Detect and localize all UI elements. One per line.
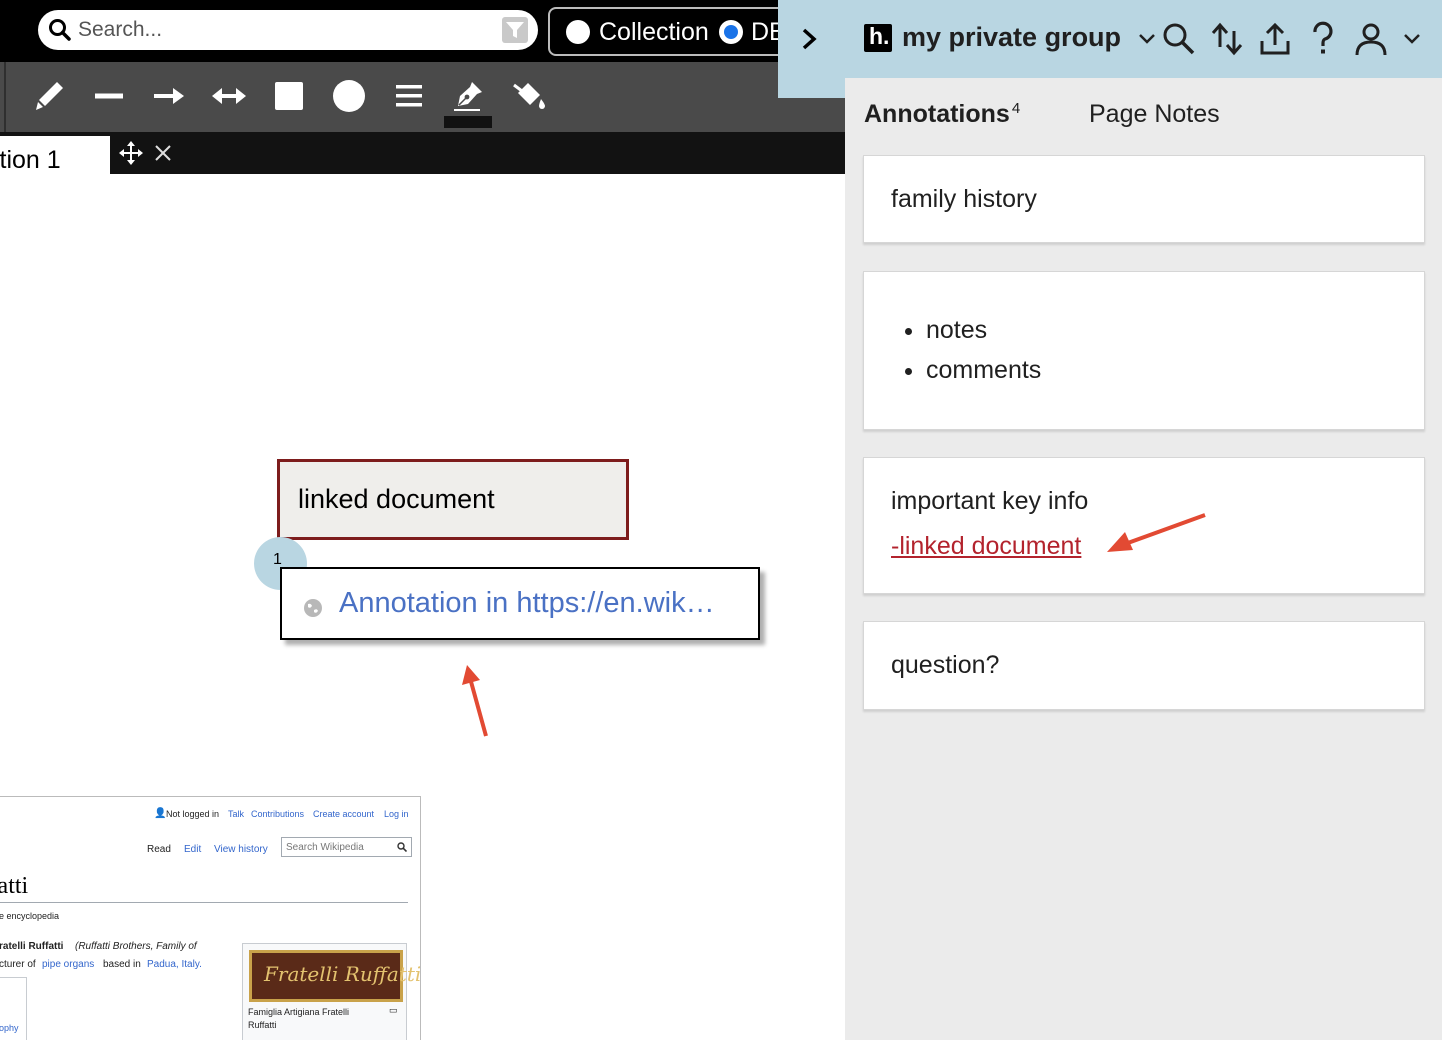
move-icon[interactable] bbox=[118, 140, 144, 171]
edit-tab[interactable]: Edit bbox=[184, 844, 201, 855]
share-icon[interactable] bbox=[1257, 19, 1293, 59]
pen-nib-icon[interactable] bbox=[444, 74, 492, 128]
view-history-tab[interactable]: View history bbox=[214, 844, 268, 855]
toolbar-divider bbox=[0, 62, 6, 132]
pen-icon[interactable] bbox=[27, 74, 71, 118]
sidebar-toggle-strip bbox=[778, 0, 846, 98]
search-icon bbox=[48, 18, 72, 47]
padua-link[interactable]: Padua, Italy. bbox=[147, 959, 202, 970]
menu-lines-icon[interactable] bbox=[387, 74, 431, 118]
link-popup[interactable]: Annotation in https://en.wik… bbox=[280, 567, 760, 640]
group-selector[interactable]: my private group bbox=[902, 22, 1121, 53]
tab-collection[interactable]: ction 1 bbox=[0, 136, 110, 174]
pipe-organs-link[interactable]: pipe organs bbox=[42, 959, 94, 970]
create-account-link[interactable]: Create account bbox=[313, 809, 374, 819]
annotation-text: family history bbox=[891, 185, 1037, 213]
db-radio[interactable] bbox=[719, 20, 743, 44]
document-node-label: linked document bbox=[298, 484, 495, 514]
wiki-body-bold: ratelli Ruffatti bbox=[0, 941, 64, 952]
filter-icon[interactable] bbox=[502, 17, 528, 43]
search-box[interactable] bbox=[38, 10, 538, 50]
annotations-tab-label: Annotations bbox=[864, 100, 1010, 128]
read-tab[interactable]: Read bbox=[147, 844, 171, 855]
title-divider bbox=[0, 902, 408, 903]
talk-link[interactable]: Talk bbox=[228, 809, 244, 819]
sort-icon[interactable] bbox=[1209, 19, 1245, 59]
infobox-caption: Famiglia Artigiana Fratelli bbox=[248, 1007, 350, 1017]
wiki-tagline: e encyclopedia bbox=[0, 911, 60, 921]
chevron-down-icon[interactable] bbox=[1136, 19, 1158, 59]
arrow-left-icon bbox=[1107, 513, 1206, 552]
logo-letter: h. bbox=[869, 23, 890, 49]
search-scope-toggle: Collection DB bbox=[548, 7, 808, 56]
annotation-text: important key info bbox=[891, 487, 1089, 515]
rectangle-icon[interactable] bbox=[267, 74, 311, 118]
wiki-body-text: cturer of bbox=[0, 959, 36, 970]
wiki-body-text: based in bbox=[103, 959, 141, 970]
paint-bucket-icon[interactable] bbox=[507, 74, 551, 118]
annotation-sidebar: h. my private group Annotations 4 Page No… bbox=[845, 0, 1442, 1040]
double-arrow-icon[interactable] bbox=[207, 74, 251, 118]
wiki-search-placeholder: Search Wikipedia bbox=[286, 842, 364, 853]
tab-annotations[interactable]: Annotations 4 bbox=[864, 100, 1020, 129]
user-icon[interactable] bbox=[1353, 19, 1389, 59]
user-icon: 👤 bbox=[154, 808, 167, 819]
annotations-count: 4 bbox=[1011, 100, 1021, 117]
annotation-card[interactable]: notes comments bbox=[863, 271, 1425, 430]
search-input[interactable] bbox=[78, 16, 498, 44]
help-icon[interactable] bbox=[1305, 19, 1341, 59]
wiki-search-input[interactable]: Search Wikipedia bbox=[281, 837, 412, 857]
annotation-bullet-list: notes comments bbox=[926, 314, 1041, 394]
close-icon[interactable] bbox=[154, 144, 172, 167]
wiki-infobox: Fratelli Ruffatti Famiglia Artigiana Fra… bbox=[242, 943, 420, 1040]
ink-toolbar bbox=[0, 62, 845, 132]
wikipedia-preview[interactable]: 👤 Not logged in Talk Contributions Creat… bbox=[0, 796, 421, 1040]
top-bar: Collection DB bbox=[0, 0, 808, 62]
tab-label: ction 1 bbox=[0, 146, 61, 174]
annotation-link[interactable]: Annotation in https://en.wik… bbox=[339, 587, 715, 620]
tab-page-notes[interactable]: Page Notes bbox=[1089, 100, 1220, 129]
annotation-card[interactable]: question? bbox=[863, 621, 1425, 710]
enlarge-icon[interactable]: ▭ bbox=[389, 1005, 398, 1016]
tab-bar: ction 1 bbox=[0, 132, 845, 174]
search-icon[interactable] bbox=[397, 842, 407, 852]
annotation-text: question? bbox=[891, 651, 1000, 679]
globe-icon bbox=[303, 593, 323, 626]
wiki-left-link[interactable]: ophy bbox=[0, 1023, 19, 1033]
chevron-right-icon[interactable] bbox=[798, 26, 820, 57]
linked-document-hyperlink[interactable]: -linked document bbox=[891, 532, 1081, 561]
infobox-caption: Ruffatti bbox=[248, 1020, 277, 1030]
collection-radio-label[interactable]: Collection bbox=[599, 18, 709, 47]
ruffatti-logo-image[interactable]: Fratelli Ruffatti bbox=[249, 950, 420, 1002]
log-in-link[interactable]: Log in bbox=[384, 809, 409, 819]
arrow-up-icon bbox=[462, 665, 488, 737]
annotation-card[interactable]: family history bbox=[863, 155, 1425, 243]
not-logged-in-text: Not logged in bbox=[166, 809, 220, 819]
sidebar-header: h. my private group bbox=[845, 0, 1442, 78]
circle-icon[interactable] bbox=[327, 74, 371, 118]
line-icon[interactable] bbox=[87, 74, 131, 118]
arrow-icon[interactable] bbox=[147, 74, 191, 118]
contributions-link[interactable]: Contributions bbox=[251, 809, 304, 819]
wiki-body-text: (Ruffatti Brothers, Family of bbox=[75, 941, 197, 952]
collection-radio[interactable] bbox=[566, 20, 590, 44]
list-item: comments bbox=[926, 354, 1041, 394]
search-icon[interactable] bbox=[1161, 19, 1197, 59]
list-item: notes bbox=[926, 314, 1041, 354]
logo-text: Fratelli Ruffatti bbox=[264, 962, 421, 986]
chevron-down-icon[interactable] bbox=[1399, 19, 1425, 59]
wiki-article-title: ffatti bbox=[0, 873, 29, 899]
hypothesis-logo-icon[interactable]: h. bbox=[864, 23, 892, 52]
linked-document-node[interactable]: linked document bbox=[277, 459, 629, 540]
